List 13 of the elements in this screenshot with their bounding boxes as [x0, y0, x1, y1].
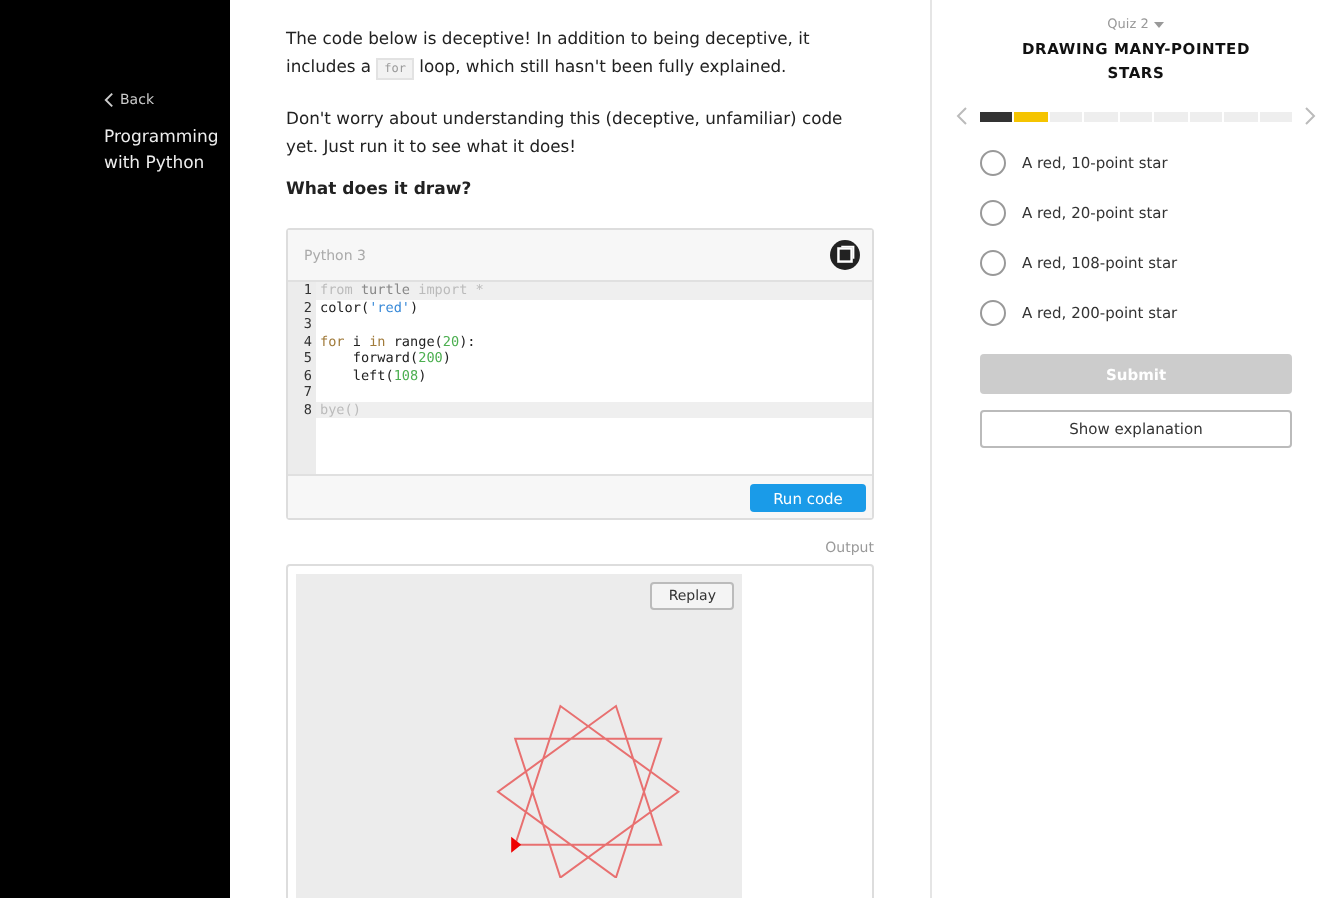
radio-button[interactable]	[980, 150, 1006, 176]
radio-button[interactable]	[980, 250, 1006, 276]
chevron-left-icon[interactable]	[956, 106, 968, 126]
instruction-paragraph: Don't worry about understanding this (deceptive, unfamiliar) code yet. Just run it to see what it does!	[286, 106, 845, 160]
chevron-right-icon[interactable]	[1304, 106, 1316, 126]
chevron-left-icon	[104, 92, 114, 108]
caret-down-icon	[1154, 21, 1165, 27]
line-number-gutter	[288, 418, 316, 474]
course-title: Programming with Python	[104, 126, 221, 178]
radio-button[interactable]	[980, 200, 1006, 226]
radio-button[interactable]	[980, 300, 1006, 326]
question-heading: What does it draw?	[286, 180, 474, 200]
expand-icon[interactable]	[830, 240, 860, 270]
